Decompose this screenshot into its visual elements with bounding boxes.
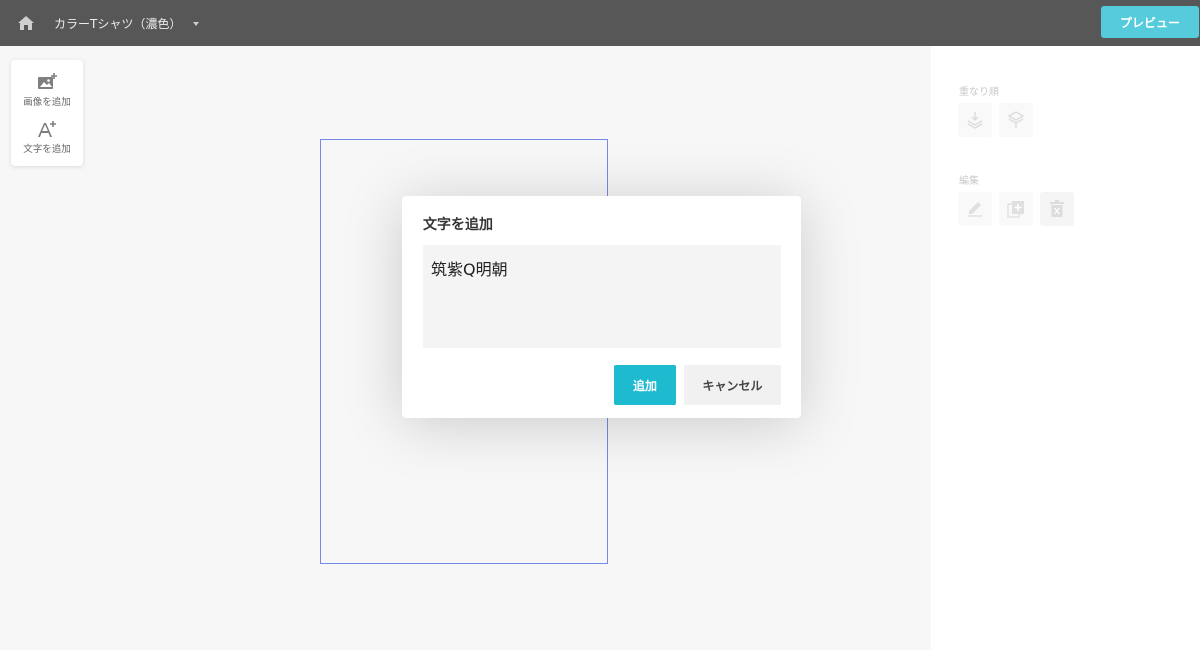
dialog-title: 文字を追加 <box>423 217 493 233</box>
text-input[interactable]: 筑紫Q明朝 <box>423 245 781 348</box>
add-button[interactable]: 追加 <box>614 365 676 405</box>
cancel-button[interactable]: キャンセル <box>684 365 781 405</box>
add-text-dialog: 文字を追加 筑紫Q明朝 追加 キャンセル <box>402 196 801 418</box>
